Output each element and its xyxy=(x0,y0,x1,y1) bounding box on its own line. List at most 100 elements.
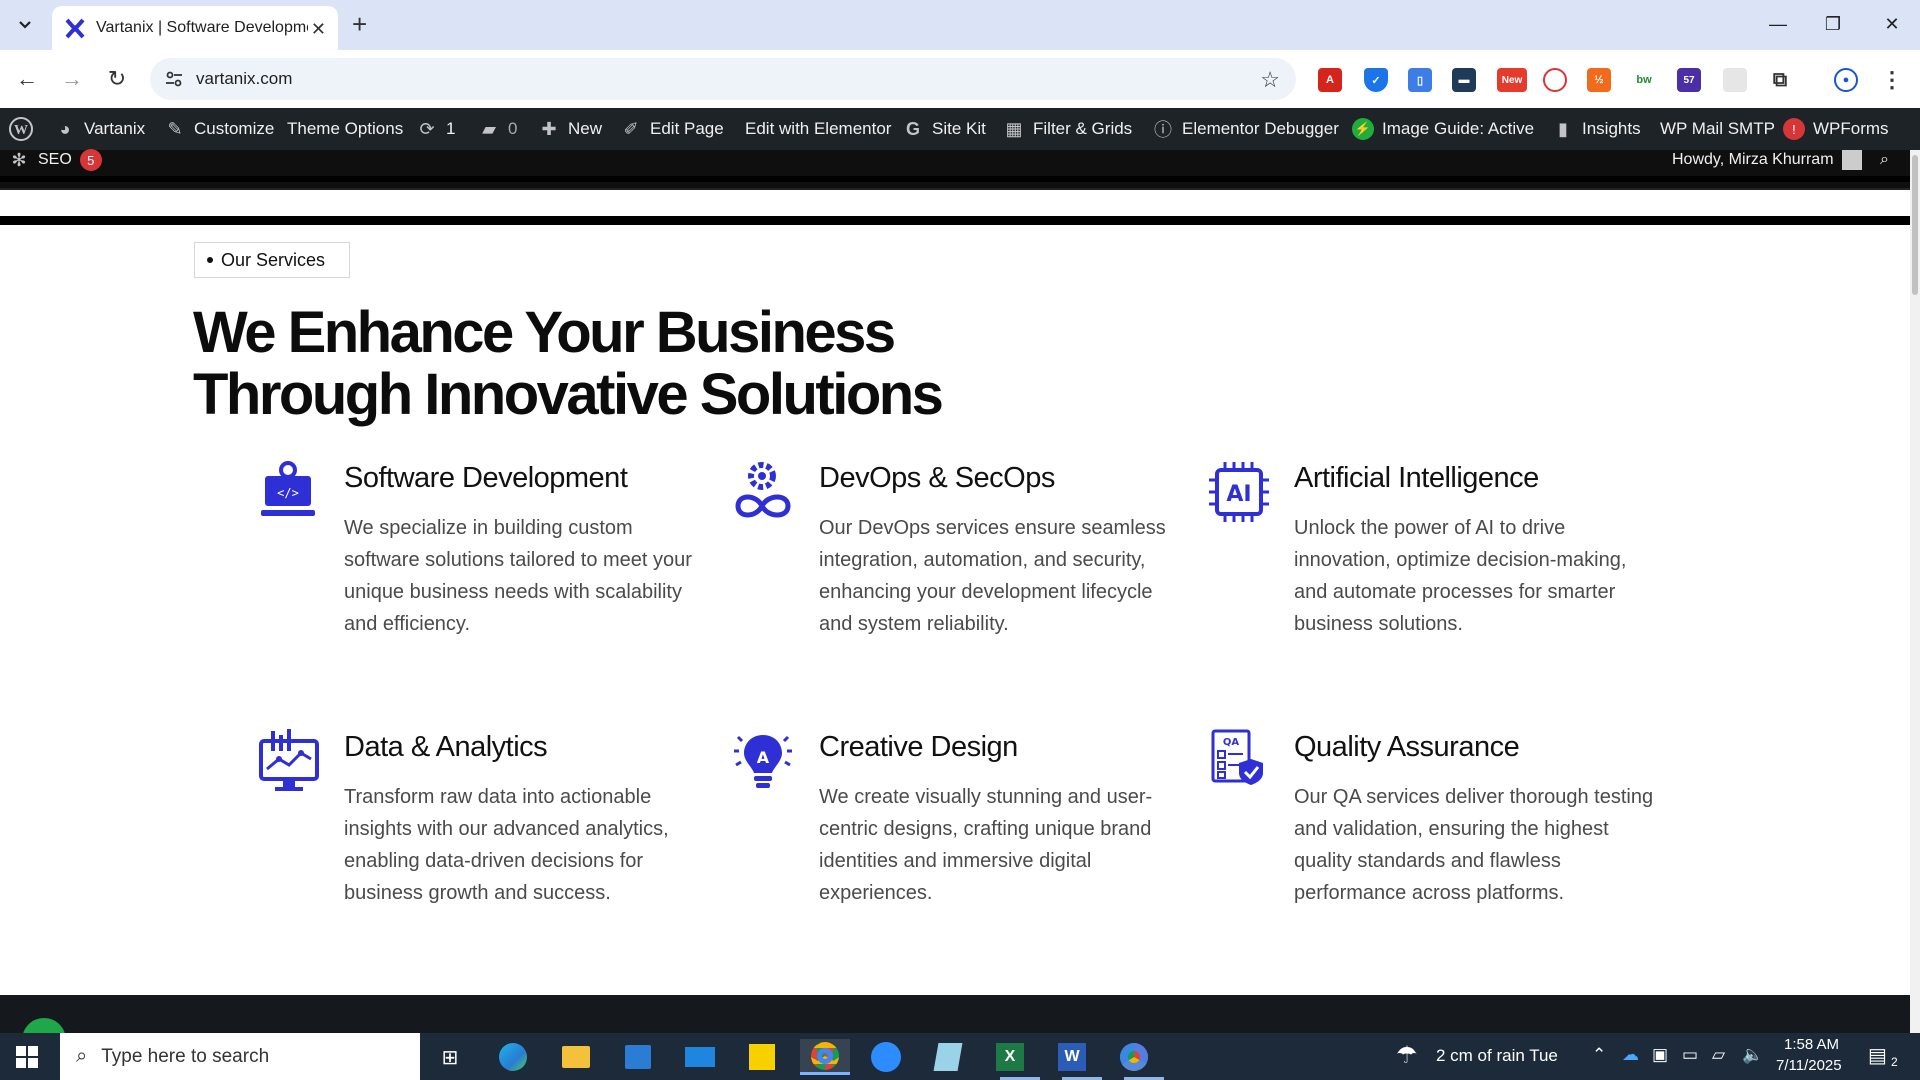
restore-button[interactable]: ❐ xyxy=(1813,10,1853,38)
screen-extension-icon[interactable]: ▬ xyxy=(1452,68,1476,92)
admin-site-kit[interactable]: G Site Kit xyxy=(902,108,986,150)
document-extension-icon[interactable]: ▯ xyxy=(1408,68,1432,92)
new-tab-button[interactable]: + xyxy=(352,10,367,38)
file-explorer-icon[interactable] xyxy=(556,1039,596,1075)
close-window-button[interactable]: ✕ xyxy=(1872,10,1912,38)
weather-umbrella-icon[interactable]: ☂ xyxy=(1396,1041,1418,1070)
new-label: New xyxy=(568,119,603,138)
admin-new[interactable]: ✚ New xyxy=(538,108,602,150)
bar-chart-icon: ▮ xyxy=(1558,118,1568,139)
zoom-icon[interactable] xyxy=(866,1039,906,1075)
service-title: DevOps & SecOps xyxy=(819,462,1055,494)
laptop-code-icon: </> xyxy=(261,461,315,516)
notifications-icon[interactable]: ▤ xyxy=(1868,1043,1887,1068)
svg-text:W: W xyxy=(14,123,28,138)
bookmark-star-icon[interactable]: ☆ xyxy=(1260,67,1280,93)
wp-mail-alert-badge: ! xyxy=(1782,118,1805,140)
bw-extension-icon[interactable]: bw xyxy=(1632,68,1656,92)
browser-menu-icon[interactable]: ⋮ xyxy=(1880,67,1904,92)
user-avatar xyxy=(1841,150,1862,170)
clock-date[interactable]: 7/11/2025 xyxy=(1776,1057,1842,1074)
admin-edit-page[interactable]: ✐ Edit Page xyxy=(620,108,724,150)
network-icon[interactable]: ▱ xyxy=(1712,1045,1725,1065)
service-description: Unlock the power of AI to drive innovati… xyxy=(1294,517,1627,635)
section-label: Our Services xyxy=(194,242,351,278)
admin-insights[interactable]: ▮ Insights xyxy=(1552,108,1641,150)
admin-updates[interactable]: ⟳ 1 xyxy=(416,108,455,150)
seo-gear-icon: ✻ xyxy=(11,149,27,170)
admin-theme-options[interactable]: Theme Options xyxy=(287,108,403,150)
blank-extension-icon[interactable] xyxy=(1723,68,1747,92)
excel-icon[interactable]: X xyxy=(990,1039,1030,1075)
admin-comments[interactable]: ▰ 0 xyxy=(478,108,517,150)
new-badge-extension-icon[interactable]: New xyxy=(1497,68,1527,92)
show-hidden-icons-chevron[interactable]: ⌃ xyxy=(1592,1045,1606,1065)
battery-icon[interactable]: ▭ xyxy=(1682,1045,1698,1065)
lightning-icon: ⚡ xyxy=(1352,118,1374,140)
active-tab[interactable]: Vartanix | Software Development ✕ xyxy=(52,6,338,50)
admin-filter-grids[interactable]: ▦ Filter & Grids xyxy=(1003,108,1132,150)
minimize-button[interactable]: — xyxy=(1758,10,1798,38)
clock-time[interactable]: 1:58 AM xyxy=(1784,1036,1839,1053)
orange-extension-icon[interactable]: ½ xyxy=(1587,68,1611,92)
security-icon[interactable]: ▣ xyxy=(1652,1045,1668,1065)
admin-edit-elementor[interactable]: Edit with Elementor xyxy=(745,108,891,150)
google-g-icon: G xyxy=(905,118,920,139)
insights-label: Insights xyxy=(1582,119,1641,138)
word-icon[interactable]: W xyxy=(1052,1039,1092,1075)
windows-start-icon[interactable] xyxy=(16,1046,38,1068)
mail-icon[interactable] xyxy=(680,1039,720,1075)
service-title: Creative Design xyxy=(819,731,1018,763)
customize-label: Customize xyxy=(194,119,275,138)
service-description: We specialize in building custom softwar… xyxy=(344,517,692,635)
dashboard-gauge-icon: ◕ xyxy=(59,118,71,139)
extensions-puzzle-icon[interactable]: ⧉ xyxy=(1768,68,1792,92)
pokeball-extension-icon[interactable] xyxy=(1543,68,1567,92)
chrome-profile-icon[interactable] xyxy=(1114,1039,1154,1075)
weather-text[interactable]: 2 cm of rain Tue xyxy=(1436,1046,1558,1066)
volume-muted-icon[interactable]: 🔈 xyxy=(1742,1045,1763,1065)
site-info-icon[interactable] xyxy=(164,69,184,89)
analytics-monitor-icon xyxy=(259,729,319,791)
address-bar[interactable]: vartanix.com ☆ xyxy=(150,58,1296,100)
service-description: Our DevOps services ensure seamless inte… xyxy=(819,517,1166,635)
admin-image-guide[interactable]: ⚡ Image Guide: Active xyxy=(1352,108,1534,150)
graduation-extension-icon[interactable]: 57 xyxy=(1677,68,1701,92)
new-badge-label: New xyxy=(1501,74,1523,86)
task-view-icon[interactable]: ⊞ xyxy=(430,1039,470,1075)
admin-seo[interactable]: ✻ SEO 5 xyxy=(8,140,102,180)
header-stripe-bottom xyxy=(0,216,1910,225)
back-button[interactable]: ← xyxy=(12,64,42,94)
profile-avatar-icon[interactable]: ● xyxy=(1834,68,1858,92)
tab-search-button[interactable] xyxy=(12,12,38,38)
admin-customize[interactable]: ✎ Customize xyxy=(164,108,274,150)
service-title: Data & Analytics xyxy=(344,731,548,763)
admin-howdy[interactable]: Howdy, Mirza Khurram xyxy=(1672,140,1862,180)
page-scrollbar-thumb[interactable] xyxy=(1912,155,1918,295)
admin-elementor-debugger[interactable]: ⓘ Elementor Debugger xyxy=(1152,108,1339,150)
sticky-notes-icon[interactable] xyxy=(742,1039,782,1075)
image-guide-label: Image Guide: Active xyxy=(1382,119,1535,138)
onedrive-cloud-icon[interactable]: ☁ xyxy=(1622,1045,1639,1065)
microsoft-store-icon[interactable] xyxy=(618,1039,658,1075)
edit-page-label: Edit Page xyxy=(650,119,724,138)
taskbar-search-box[interactable]: ⌕ Type here to search xyxy=(60,1033,420,1080)
grid-icon: ▦ xyxy=(1005,118,1023,139)
admin-search-icon[interactable]: ⌕ xyxy=(1880,140,1889,180)
pdf-extension-icon[interactable]: A xyxy=(1318,68,1342,92)
hero-line-2: Through Innovative Solutions xyxy=(193,362,944,427)
elementor-debugger-label: Elementor Debugger xyxy=(1182,119,1339,138)
hero-line-1: We Enhance Your Business xyxy=(193,300,896,365)
shield-extension-icon[interactable]: ✓ xyxy=(1364,68,1388,92)
close-tab-icon[interactable]: ✕ xyxy=(311,19,326,40)
reload-button[interactable]: ↻ xyxy=(102,64,132,94)
chrome-browser-icon[interactable] xyxy=(800,1039,850,1075)
notepad-icon[interactable] xyxy=(928,1039,968,1075)
svg-text:AI: AI xyxy=(1226,482,1251,507)
browser-toolbar: ← → ↻ vartanix.com ☆ A ✓ ▯ ▬ New ½ bw 57… xyxy=(0,50,1920,108)
forward-button[interactable]: → xyxy=(57,64,87,94)
edge-browser-icon[interactable] xyxy=(493,1039,533,1075)
ai-chip-icon: AI xyxy=(1209,462,1269,522)
search-placeholder: Type here to search xyxy=(101,1045,270,1067)
url-text: vartanix.com xyxy=(196,69,293,88)
